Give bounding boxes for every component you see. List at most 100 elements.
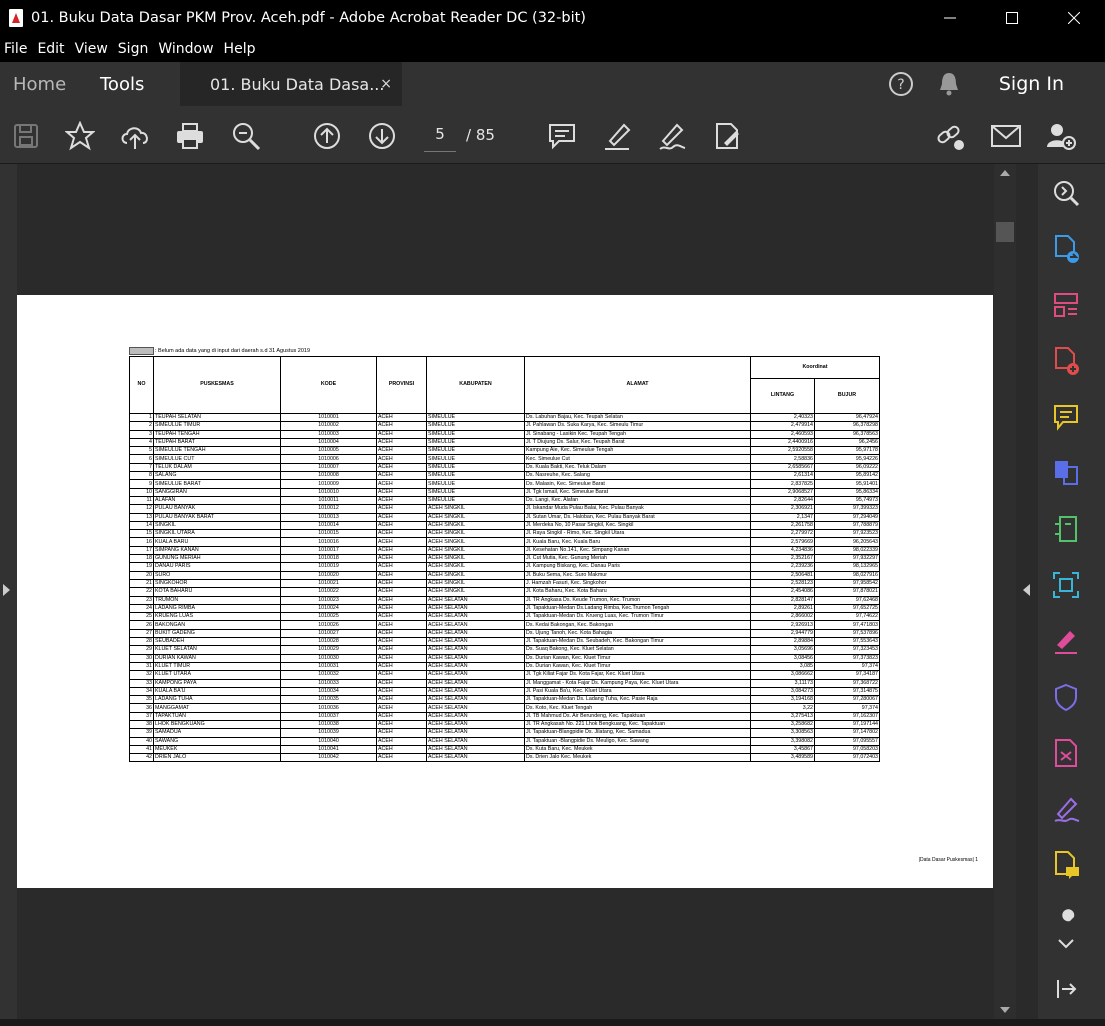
scrollbar-thumb[interactable] xyxy=(996,222,1014,242)
table-row: 29 KLUET SELATAN 1010029 ACEH ACEH SELATAN Ds… xyxy=(129,645,880,655)
print-icon[interactable] xyxy=(174,120,206,152)
row-alamat: Jl. Tapaktuan-Medan Ds. Krueng Luas, Kec… xyxy=(524,612,751,622)
page-down-icon[interactable] xyxy=(366,120,398,152)
upload-cloud-icon[interactable] xyxy=(119,120,151,152)
row-puskesmas: MEUKEK xyxy=(153,744,281,755)
menu-file[interactable]: File xyxy=(4,41,27,57)
comment-icon[interactable] xyxy=(546,120,578,152)
protect-icon[interactable] xyxy=(1051,682,1081,712)
collapse-panel-icon[interactable] xyxy=(1051,974,1081,1004)
table-row: 16 KUALA BARU 1010016 ACEH ACEH SINGKIL Jl. K… xyxy=(129,537,880,547)
table-row: 19 DANAU PARIS 1010019 ACEH ACEH SINGKIL Jl. … xyxy=(129,562,880,572)
row-lintang: 2,828147 xyxy=(750,595,815,605)
close-window-button[interactable] xyxy=(1043,0,1105,36)
help-icon[interactable]: ? xyxy=(887,70,915,98)
menu-window[interactable]: Window xyxy=(158,41,213,57)
create-pdf-icon[interactable] xyxy=(1051,346,1081,376)
row-no: 3 xyxy=(129,429,154,439)
page-footer: |Data Dasar Puskesmas| 1 xyxy=(918,857,978,863)
row-bujur: 97,294049 xyxy=(814,512,880,522)
menu-view[interactable]: View xyxy=(75,41,108,57)
row-puskesmas: ALAFAN xyxy=(153,495,281,506)
send-comments-icon[interactable] xyxy=(1051,850,1081,880)
row-bujur: 96,47924 xyxy=(814,412,880,423)
row-provinsi: ACEH xyxy=(376,711,427,722)
table-row: 13 PULAU BANYAK BARAT 1010013 ACEH ACEH SING… xyxy=(129,512,880,522)
row-lintang: 2,5920558 xyxy=(750,446,815,456)
save-icon[interactable] xyxy=(10,120,42,152)
row-no: 22 xyxy=(129,587,154,597)
row-kode: 1010033 xyxy=(280,678,377,688)
notification-bell-icon[interactable] xyxy=(937,71,961,97)
table-row: 14 SINGKIL 1010014 ACEH ACEH SINGKIL Jl. Merd… xyxy=(129,520,880,531)
row-alamat: Kec. Simeulue Cut xyxy=(524,454,751,464)
row-kabupaten: ACEH SELATAN xyxy=(426,695,525,705)
page-number-input[interactable]: 5 xyxy=(424,116,456,152)
row-provinsi: ACEH xyxy=(376,429,427,439)
row-alamat: Jl. Kesehatan No.141, Kec. Simpang Kanan xyxy=(524,545,751,556)
table-row: 34 KUALA BA'U 1010034 ACEH ACEH SELATAN Jl. P… xyxy=(129,686,880,697)
sign-icon[interactable] xyxy=(1051,794,1081,824)
redact-icon[interactable] xyxy=(1051,738,1081,768)
menu-help[interactable]: Help xyxy=(224,41,256,57)
combine-files-icon[interactable] xyxy=(1051,458,1081,488)
row-puskesmas: GUNUNG MERIAH xyxy=(153,554,281,564)
row-kabupaten: SIMEULUE xyxy=(426,479,525,489)
fill-sign-tool-icon[interactable] xyxy=(1051,626,1081,656)
row-puskesmas: TEUPAH BARAT xyxy=(153,437,281,448)
zoom-tool-icon[interactable] xyxy=(1051,178,1081,208)
row-lintang: 2,58836 xyxy=(750,454,815,464)
left-panel-toggle[interactable] xyxy=(0,164,17,1019)
right-panel-toggle[interactable] xyxy=(1016,164,1038,1019)
email-icon[interactable] xyxy=(990,120,1022,152)
row-kode: 1010040 xyxy=(280,736,377,746)
row-kode: 1010019 xyxy=(280,562,377,572)
sign-in-button[interactable]: Sign In xyxy=(999,73,1064,95)
row-kabupaten: ACEH SELATAN xyxy=(426,719,525,730)
organize-pages-icon[interactable] xyxy=(1051,290,1081,320)
table-row: 28 SEUBADEH 1010028 ACEH ACEH SELATAN Jl. Tap… xyxy=(129,636,880,647)
row-no: 35 xyxy=(129,695,154,705)
row-lintang: 3,45867 xyxy=(750,744,815,755)
row-alamat: Jl. Tapaktuan -Blangpidie Ds. Meuligo, K… xyxy=(524,736,751,746)
row-kabupaten: ACEH SELATAN xyxy=(426,678,525,688)
highlight-pen-icon[interactable] xyxy=(601,120,633,152)
close-tab-button[interactable]: × xyxy=(380,76,392,92)
window-controls xyxy=(919,0,1105,36)
row-kode: 1010008 xyxy=(280,471,377,481)
scroll-down-arrow-icon[interactable] xyxy=(1000,1007,1010,1013)
row-lintang: 2,528123 xyxy=(750,578,815,589)
row-provinsi: ACEH xyxy=(376,728,427,738)
compress-icon[interactable] xyxy=(1051,514,1081,544)
export-pdf-icon[interactable] xyxy=(1051,234,1081,264)
row-lintang: 3,086662 xyxy=(750,670,815,680)
tab-home[interactable]: Home xyxy=(13,62,66,106)
menu-sign[interactable]: Sign xyxy=(118,41,149,57)
page-up-icon[interactable] xyxy=(311,120,343,152)
tab-document[interactable]: 01. Buku Data Dasa... × xyxy=(180,62,402,106)
maximize-button[interactable] xyxy=(981,0,1043,36)
comment-tool-icon[interactable] xyxy=(1051,402,1081,432)
row-provinsi: ACEH xyxy=(376,603,427,614)
fill-sign-icon[interactable] xyxy=(656,120,688,152)
share-link-icon[interactable] xyxy=(934,120,966,152)
tab-tools[interactable]: Tools xyxy=(100,62,144,106)
row-provinsi: ACEH xyxy=(376,471,427,481)
bookmark-star-icon[interactable] xyxy=(64,120,96,152)
edit-pdf-icon[interactable] xyxy=(711,120,743,152)
row-lintang: 2,40323 xyxy=(750,412,815,423)
row-provinsi: ACEH xyxy=(376,495,427,506)
scan-icon[interactable] xyxy=(1051,570,1081,600)
row-no: 10 xyxy=(129,487,154,497)
row-kode: 1010011 xyxy=(280,495,377,506)
vertical-scrollbar[interactable] xyxy=(994,164,1016,1019)
scroll-up-arrow-icon[interactable] xyxy=(1000,170,1010,176)
row-kode: 1010042 xyxy=(280,753,377,763)
row-kabupaten: ACEH SINGKIL xyxy=(426,545,525,556)
zoom-search-icon[interactable] xyxy=(230,120,262,152)
minimize-button[interactable] xyxy=(919,0,981,36)
menu-edit[interactable]: Edit xyxy=(37,41,64,57)
row-puskesmas: SINGKIL UTARA xyxy=(153,529,281,539)
add-user-icon[interactable] xyxy=(1045,120,1077,152)
scroll-tools-down-icon[interactable] xyxy=(1051,929,1081,959)
